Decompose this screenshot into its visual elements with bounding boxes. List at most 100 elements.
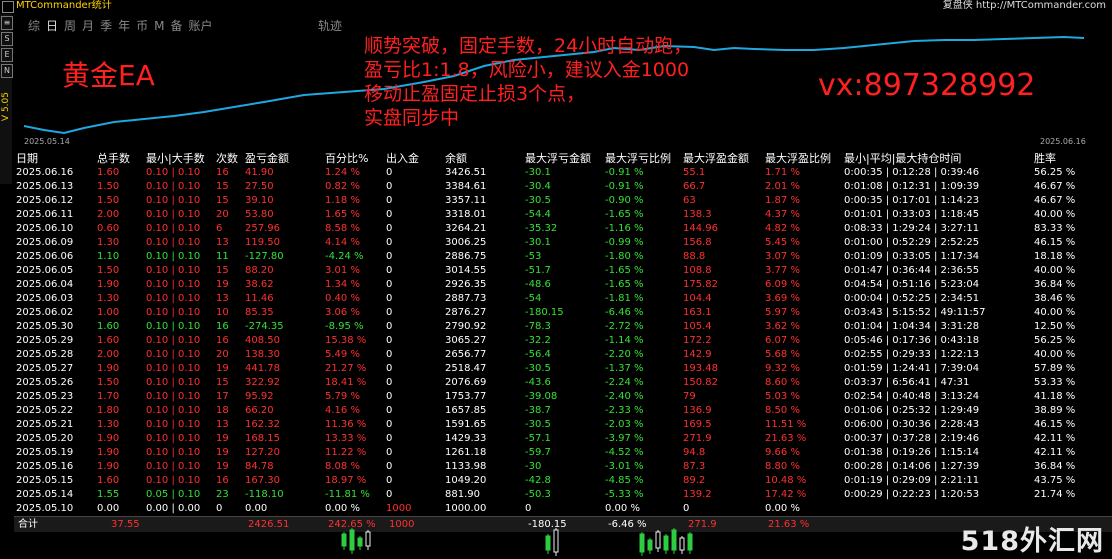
column-header[interactable]: 日期 xyxy=(16,151,97,166)
cell-pct: 1.18 % xyxy=(325,195,360,206)
e-button[interactable]: E xyxy=(1,48,13,62)
table-row[interactable]: 2025.06.12 1.50 0.10 | 0.10 15 39.10 1.18 % 0 3… xyxy=(0,194,1112,208)
cell-win: 40.00 % xyxy=(1034,265,1076,276)
column-header[interactable]: 最小|平均|最大持仓时间 xyxy=(844,151,1034,166)
cell-mflp: -2.24 % xyxy=(605,377,644,388)
column-header[interactable]: 最大浮亏比例 xyxy=(605,151,683,166)
cell-date: 2025.06.04 xyxy=(16,279,74,290)
cell-minmax: 0.10 | 0.10 xyxy=(146,405,201,416)
contact-text: vx:897328992 xyxy=(818,68,1036,103)
cell-time: 0:02:54 | 0:40:48 | 3:13:24 xyxy=(844,391,980,402)
column-header[interactable]: 次数 xyxy=(216,151,245,166)
candle-body xyxy=(341,533,347,547)
row-spacer xyxy=(0,180,16,194)
cell-win: 36.84 % xyxy=(1034,279,1076,290)
table-row[interactable]: 2025.05.10 0.00 0.00 | 0.00 0 0.00 0.00 % 1000… xyxy=(0,502,1112,516)
cell-io: 0 xyxy=(386,223,393,234)
cell-count: 15 xyxy=(216,265,229,276)
cell-mfg: 108.8 xyxy=(683,265,712,276)
table-row[interactable]: 2025.06.06 1.10 0.10 | 0.10 11 -127.80 -4.24 … xyxy=(0,250,1112,264)
table-row[interactable]: 2025.06.05 1.50 0.10 | 0.10 15 88.20 3.01 % 0 3… xyxy=(0,264,1112,278)
n-button[interactable]: N xyxy=(1,64,13,78)
cell-time: 0:01:01 | 0:33:03 | 1:18:45 xyxy=(844,209,980,220)
column-header[interactable]: 总手数 xyxy=(97,151,146,166)
table-row[interactable]: 2025.06.11 2.00 0.10 | 0.10 20 53.80 1.65 % 0 3… xyxy=(0,208,1112,222)
cell-mflp: -6.46 % xyxy=(605,307,644,318)
table-row[interactable]: 2025.05.27 1.90 0.10 | 0.10 19 441.78 21.27 %… xyxy=(0,362,1112,376)
cell-pnl: 0.00 xyxy=(245,503,268,514)
column-header[interactable]: 盈亏金额 xyxy=(245,151,325,166)
table-row[interactable]: 2025.05.22 1.80 0.10 | 0.10 18 66.20 4.16 % 0 1… xyxy=(0,404,1112,418)
cell-bal: 3065.27 xyxy=(445,335,487,346)
cell-mfg: 88.8 xyxy=(683,251,706,262)
cell-count: 15 xyxy=(216,195,229,206)
cell-mfl: 0 xyxy=(525,503,532,514)
column-header[interactable]: 百分比% xyxy=(325,151,386,166)
table-row[interactable]: 2025.05.16 1.90 0.10 | 0.10 19 84.78 8.08 % 0 1… xyxy=(0,460,1112,474)
cell-mfg: 55.1 xyxy=(683,167,706,178)
column-header[interactable]: 胜率 xyxy=(1034,151,1112,166)
table-row[interactable]: 2025.06.16 1.60 0.10 | 0.10 16 41.90 1.24 % 0 3… xyxy=(0,166,1112,180)
cell-pnl: 138.30 xyxy=(245,349,280,360)
column-header[interactable]: 最大浮亏金额 xyxy=(525,151,605,166)
s-button[interactable]: S xyxy=(1,32,13,46)
cell-mfl: -38.7 xyxy=(525,405,551,416)
cell-mfgp: 5.45 % xyxy=(765,237,800,248)
table-row[interactable]: 2025.05.15 1.60 0.10 | 0.10 16 167.30 18.97 %… xyxy=(0,474,1112,488)
table-row[interactable]: 2025.06.04 1.90 0.10 | 0.10 19 38.62 1.34 % 0 2… xyxy=(0,278,1112,292)
table-row[interactable]: 2025.05.28 2.00 0.10 | 0.10 20 138.30 5.49 % 0… xyxy=(0,348,1112,362)
cell-mfl: -48.6 xyxy=(525,279,551,290)
cell-mfgp: 5.97 % xyxy=(765,307,800,318)
tab-item[interactable]: M xyxy=(154,19,164,33)
cell-mfgp: 8.80 % xyxy=(765,461,800,472)
table-row[interactable]: 2025.06.09 1.30 0.10 | 0.10 13 119.50 4.14 % 0… xyxy=(0,236,1112,250)
cell-bal: 2076.69 xyxy=(445,377,487,388)
candle-body xyxy=(365,531,371,547)
cell-win: 21.74 % xyxy=(1034,489,1076,500)
cell-mfgp: 3.62 % xyxy=(765,321,800,332)
table-row[interactable]: 2025.06.02 1.00 0.10 | 0.10 10 85.35 3.06 % 0 2… xyxy=(0,306,1112,320)
table-row[interactable]: 2025.05.21 1.30 0.10 | 0.10 13 162.32 11.36 %… xyxy=(0,418,1112,432)
column-header[interactable]: 余额 xyxy=(445,151,525,166)
cell-minmax: 0.10 | 0.10 xyxy=(146,335,201,346)
table-row[interactable]: 2025.05.26 1.50 0.10 | 0.10 15 322.92 18.41 %… xyxy=(0,376,1112,390)
cell-minmax: 0.10 | 0.10 xyxy=(146,321,201,332)
menu-icon[interactable]: ≡ xyxy=(1,16,13,30)
annotation-line: 盈亏比1:1.8，风险小，建议入金1000 xyxy=(364,59,690,81)
app-title: MTCommander统计 xyxy=(16,0,112,11)
cell-pct: 21.27 % xyxy=(325,363,367,374)
column-header[interactable]: 最大浮盈金额 xyxy=(683,151,765,166)
table-row[interactable]: 2025.06.13 1.50 0.10 | 0.10 15 27.50 0.82 % 0 3… xyxy=(0,180,1112,194)
cell-count: 19 xyxy=(216,433,229,444)
table-row[interactable]: 2025.05.23 1.70 0.10 | 0.10 17 95.92 5.79 % 0 1… xyxy=(0,390,1112,404)
cell-time: 0:01:19 | 0:29:09 | 2:21:11 xyxy=(844,475,980,486)
column-header[interactable]: 出入金 xyxy=(386,151,445,166)
cell-mfl: -30.5 xyxy=(525,363,551,374)
table-row[interactable]: 2025.05.30 1.60 0.10 | 0.10 16 -274.35 -8.95 … xyxy=(0,320,1112,334)
cell-mfgp: 3.07 % xyxy=(765,251,800,262)
cell-mflp: -1.14 % xyxy=(605,335,644,346)
column-header[interactable]: 最大浮盈比例 xyxy=(765,151,844,166)
cell-mflp: -4.52 % xyxy=(605,447,644,458)
cell-pct: 0.82 % xyxy=(325,181,360,192)
row-spacer xyxy=(0,278,16,292)
cell-bal: 2656.77 xyxy=(445,349,487,360)
cell-bal: 2518.47 xyxy=(445,363,487,374)
table-row[interactable]: 2025.06.03 1.30 0.10 | 0.10 13 11.46 0.40 % 0 2… xyxy=(0,292,1112,306)
table-row[interactable]: 2025.05.20 1.90 0.10 | 0.10 19 168.15 13.33 %… xyxy=(0,432,1112,446)
cell-pct: 8.08 % xyxy=(325,461,360,472)
column-header[interactable]: 最小|大手数 xyxy=(146,151,216,166)
cell-pnl: 95.92 xyxy=(245,391,274,402)
table-row[interactable]: 2025.05.14 1.55 0.05 | 0.10 23 -118.10 -11.81… xyxy=(0,488,1112,502)
cell-mflp: -1.37 % xyxy=(605,363,644,374)
table-row[interactable]: 2025.05.19 1.90 0.10 | 0.10 19 127.20 11.22 %… xyxy=(0,446,1112,460)
cell-mflp: -5.33 % xyxy=(605,489,644,500)
cell-minmax: 0.10 | 0.10 xyxy=(146,265,201,276)
table-row[interactable]: 2025.06.10 0.60 0.10 | 0.10 6 257.96 8.58 % 0 3… xyxy=(0,222,1112,236)
cell-bal: 3014.55 xyxy=(445,265,487,276)
row-spacer xyxy=(0,390,16,404)
cell-mflp: -2.72 % xyxy=(605,321,644,332)
table-row[interactable]: 2025.05.29 1.60 0.10 | 0.10 16 408.50 15.38 %… xyxy=(0,334,1112,348)
total-pnl: 2426.51 xyxy=(248,519,290,530)
cell-lots: 1.50 xyxy=(97,195,120,206)
